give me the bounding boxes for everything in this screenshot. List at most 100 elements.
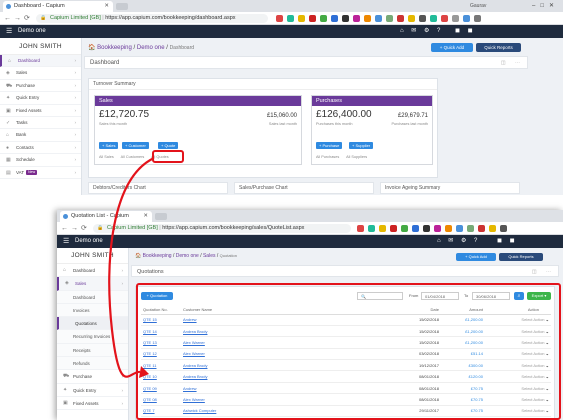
amount-link[interactable]: £51.14 <box>441 348 485 361</box>
extension-icons[interactable] <box>276 15 561 22</box>
customer-name-link[interactable]: Andrew <box>181 382 321 395</box>
reload-icon[interactable]: ⟳ <box>81 222 87 235</box>
amount-link[interactable]: £1,200.00 <box>441 325 485 338</box>
table-row[interactable]: QTE 12 Alex Warner 03/02/2018 £51.14 Select … <box>141 348 551 361</box>
table-row[interactable]: QTE 08 Alex Warner 08/01/2018 £70.75 Select … <box>141 393 551 406</box>
action-select[interactable]: Select Action ⌄ <box>485 370 551 383</box>
sidebar-item-fixed-assets[interactable]: ▣ Fixed Assets › <box>57 397 128 411</box>
sidebar-item-purchase[interactable]: ⛟ Purchase › <box>0 80 81 93</box>
add-customer-button[interactable]: + Customer <box>122 142 149 149</box>
table-row[interactable]: QTE 13 Alex Warner 15/02/2018 £1,200.00 Sele… <box>141 336 551 349</box>
breadcrumb-company[interactable]: Demo one <box>176 253 199 259</box>
action-select[interactable]: Select Action ⌄ <box>485 382 551 395</box>
quotation-number-link[interactable]: QTE 09 <box>141 382 181 395</box>
browser-tab[interactable]: Dashboard - Capium ✕ <box>3 1 113 12</box>
quotation-number-link[interactable]: QTE 12 <box>141 348 181 361</box>
sidebar-item-invoices[interactable]: Invoices <box>57 303 128 318</box>
sidebar-item-dashboard[interactable]: ⌂ Dashboard › <box>57 264 128 278</box>
customer-name-link[interactable]: Alex Warner <box>181 393 321 406</box>
tab-close-icon[interactable]: ✕ <box>104 1 109 12</box>
sidebar-item-dashboard[interactable]: ⌂ Dashboard › <box>0 55 81 68</box>
all-purchases-link[interactable]: All Purchases <box>316 155 339 159</box>
sidebar-item-tasks[interactable]: ✓ Tasks › <box>0 117 81 130</box>
customer-name-link[interactable]: Andrea Brody <box>181 370 321 383</box>
top-bar-icons[interactable]: ⌂ ✉ ⚙ ? <box>437 235 480 248</box>
to-date-field[interactable]: 30/06/2018 <box>472 292 510 300</box>
customer-name-link[interactable]: Ashwick Computer <box>181 405 321 418</box>
search-input[interactable]: 🔍 <box>357 292 403 300</box>
table-row[interactable]: QTE 15 Andrew 15/02/2018 £1,200.00 Select Ac… <box>141 314 551 326</box>
url-field[interactable]: 🔒 Capium Limited [GB] | https://app.capi… <box>93 224 351 233</box>
browser-tab[interactable]: Quotation List - Capium ✕ <box>60 211 152 222</box>
sidebar-item-schedule[interactable]: ▦ Schedule › <box>0 154 81 167</box>
col-quotation-no[interactable]: Quotation No. <box>141 306 181 315</box>
back-icon[interactable]: ← <box>61 222 68 235</box>
quotation-number-link[interactable]: QTE 11 <box>141 359 181 372</box>
quick-reports-button[interactable]: Quick Reports <box>476 43 521 52</box>
from-date-field[interactable]: 01/04/2018 <box>421 292 459 300</box>
sidebar-item-contacts[interactable]: ● Contacts › <box>0 142 81 155</box>
quotation-number-link[interactable]: QTE 13 <box>141 336 181 349</box>
amount-link[interactable]: £1,200.00 <box>441 336 485 349</box>
all-suppliers-link[interactable]: All Suppliers <box>346 155 367 159</box>
tab-close-icon[interactable]: ✕ <box>143 211 148 222</box>
table-row[interactable]: QTE 14 Andrea Brody 15/02/2018 £1,200.00 Sel… <box>141 325 551 338</box>
export-button[interactable]: Export ▾ <box>527 292 551 300</box>
col-amount[interactable]: Amount <box>441 306 485 315</box>
sidebar-item-refunds[interactable]: Refunds <box>57 357 128 371</box>
customer-name-link[interactable]: Andrew <box>181 314 321 326</box>
sidebar-item-quotations[interactable]: Quotations <box>57 317 128 331</box>
table-row[interactable]: QTE 09 Andrew 08/01/2018 £70.75 Select Actio… <box>141 382 551 395</box>
sidebar-item-fixed-assets[interactable]: ▣ Fixed Assets › <box>0 105 81 117</box>
sidebar-item-dashboard[interactable]: Dashboard <box>57 290 128 304</box>
breadcrumb-company[interactable]: Demo one <box>137 45 165 51</box>
add-quotation-button[interactable]: + Quotation <box>141 292 173 300</box>
sidebar-item-bank[interactable]: ⌂ Bank › <box>0 129 81 142</box>
quotation-number-link[interactable]: QTE 7 <box>141 405 181 418</box>
action-select[interactable]: Select Action ⌄ <box>485 336 551 349</box>
add-purchase-button[interactable]: + Purchase <box>316 142 343 149</box>
all-quotes-link[interactable]: All Quotes <box>151 155 169 159</box>
top-bar-icons[interactable]: ⌂ ✉ ⚙ ? <box>400 25 443 38</box>
profile-name[interactable]: Gaurav <box>470 1 486 11</box>
sidebar-item-purchase[interactable]: ⛟ Purchase › <box>57 370 128 384</box>
sidebar-item-sales[interactable]: ◈ Sales › <box>0 67 81 80</box>
quotation-number-link[interactable]: QTE 10 <box>141 370 181 383</box>
new-tab-button[interactable] <box>116 3 128 10</box>
quotation-number-link[interactable]: QTE 08 <box>141 393 181 406</box>
forward-icon[interactable]: → <box>71 222 78 235</box>
all-customers-link[interactable]: All Customers <box>121 155 145 159</box>
url-field[interactable]: 🔒 Capium Limited [GB] | https://app.capi… <box>36 14 268 23</box>
customer-name-link[interactable]: Alex Warner <box>181 336 321 349</box>
company-selector[interactable]: Demo one <box>18 25 46 38</box>
sidebar-item-receipts[interactable]: Receipts <box>57 343 128 358</box>
page-tools-icons[interactable]: ◫ ⋯ <box>501 57 524 70</box>
top-bar-icons-2[interactable]: ◼ ◼ <box>497 235 518 248</box>
reload-icon[interactable]: ⟳ <box>24 12 30 25</box>
breadcrumb-bookkeeping[interactable]: Bookkeeping <box>143 253 172 259</box>
add-supplier-button[interactable]: + Supplier <box>349 142 374 149</box>
sidebar-item-quick-entry[interactable]: ✦ Quick Entry › <box>0 92 81 105</box>
top-bar-icons-2[interactable]: ◼ ◼ <box>455 25 476 38</box>
table-row[interactable]: QTE 7 Ashwick Computer 29/11/2017 £70.75 Sel… <box>141 405 551 418</box>
action-select[interactable]: Select Action ⌄ <box>485 405 551 418</box>
new-tab-button[interactable] <box>155 213 167 220</box>
amount-link[interactable]: £70.75 <box>441 405 485 418</box>
all-sales-link[interactable]: All Sales <box>99 155 114 159</box>
sidebar-item-sales[interactable]: ◈ Sales › <box>57 277 128 291</box>
add-sales-button[interactable]: + Sales <box>99 142 119 149</box>
company-selector[interactable]: Demo one <box>75 235 103 248</box>
action-select[interactable]: Select Action ⌄ <box>485 359 551 372</box>
quick-add-button[interactable]: + Quick Add <box>431 43 473 52</box>
customer-name-link[interactable]: Alex Warner <box>181 348 321 361</box>
customer-name-link[interactable]: Andrea Brody <box>181 325 321 338</box>
back-icon[interactable]: ← <box>4 12 11 25</box>
extension-icons[interactable] <box>357 225 561 232</box>
amount-link[interactable]: £70.75 <box>441 393 485 406</box>
col-date[interactable]: Date <box>321 306 441 315</box>
amount-link[interactable]: £300.00 <box>441 359 485 372</box>
amount-link[interactable]: £70.75 <box>441 382 485 395</box>
quick-add-button[interactable]: + Quick Add <box>456 253 496 261</box>
search-button[interactable]: ⌕ <box>514 292 524 300</box>
amount-link[interactable]: £1,200.00 <box>441 314 485 326</box>
